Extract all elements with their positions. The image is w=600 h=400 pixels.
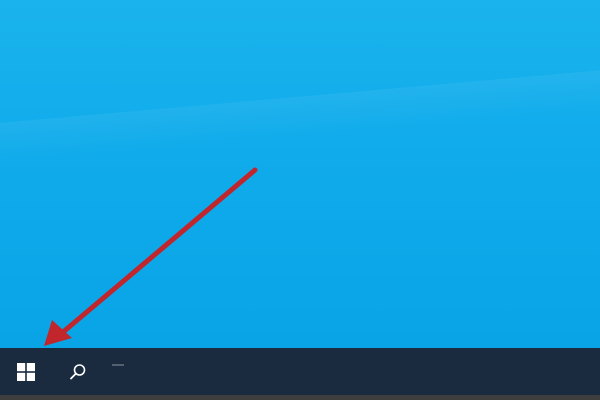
start-button[interactable] bbox=[0, 348, 52, 395]
search-button[interactable] bbox=[52, 348, 104, 395]
taskbar bbox=[0, 348, 600, 395]
windows-logo-icon bbox=[17, 362, 35, 381]
task-view-button[interactable] bbox=[112, 363, 124, 366]
desktop-background bbox=[0, 0, 600, 348]
annotation-arrow-head bbox=[44, 320, 72, 346]
desktop-light-sheen bbox=[0, 63, 600, 167]
annotation-arrow-shaft bbox=[53, 167, 258, 341]
taskbar-bottom-edge bbox=[0, 395, 600, 400]
search-icon bbox=[70, 363, 86, 379]
annotation-arrow bbox=[44, 167, 258, 346]
